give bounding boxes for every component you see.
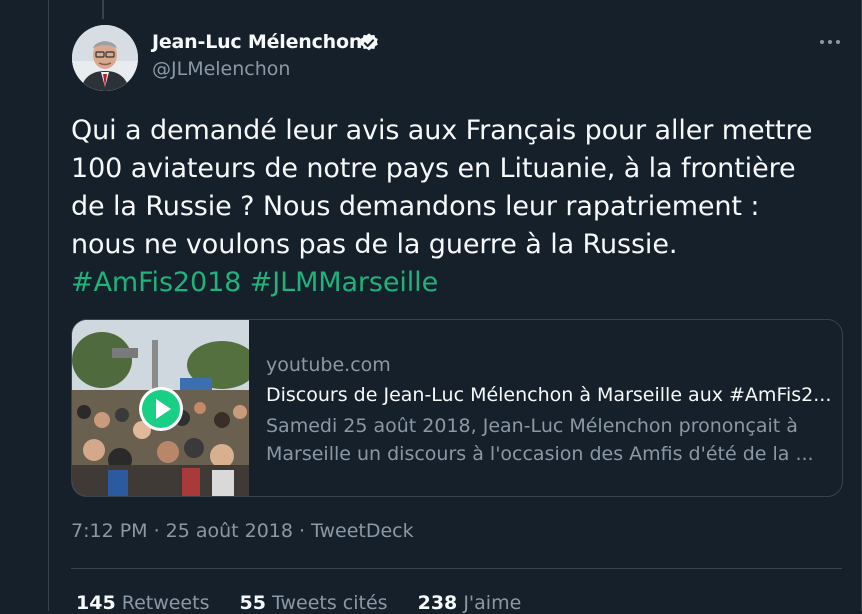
hashtag-jlmmarseille[interactable]: #JLMMarseille (250, 267, 438, 298)
thread-connector-line (102, 0, 104, 19)
video-thumbnail[interactable] (72, 320, 249, 496)
link-preview-card[interactable]: youtube.com Discours de Jean-Luc Mélench… (71, 319, 843, 497)
hashtag-line: #AmFis2018 #JLMMarseille (71, 264, 841, 302)
author-handle[interactable]: @JLMelenchon (152, 58, 290, 80)
timeline-left-border (48, 0, 49, 611)
tweet-time[interactable]: 7:12 PM (71, 520, 148, 542)
tweet-text-line: Qui a demandé leur avis aux Français pou… (71, 115, 813, 146)
author-name[interactable]: Jean-Luc Mélenchon (152, 31, 362, 53)
hashtag-amfis2018[interactable]: #AmFis2018 (71, 267, 241, 298)
tweet-meta: 7:12 PM · 25 août 2018 · TweetDeck (71, 520, 414, 542)
author-avatar[interactable] (72, 25, 138, 91)
card-description: Samedi 25 août 2018, Jean-Luc Mélenchon … (266, 412, 826, 468)
tweet-text: Qui a demandé leur avis aux Français pou… (71, 112, 841, 302)
card-title: Discours de Jean-Luc Mélenchon à Marseil… (266, 384, 832, 406)
play-icon[interactable] (138, 386, 184, 432)
tweet-date[interactable]: 25 août 2018 (166, 520, 293, 542)
verified-badge-icon (360, 33, 378, 51)
tweet-text-line: de la Russie ? Nous demandons leur rapat… (71, 191, 760, 222)
more-options-button[interactable] (818, 30, 842, 54)
card-domain: youtube.com (266, 354, 391, 376)
meta-separator: · (153, 520, 160, 542)
card-description-line: Samedi 25 août 2018, Jean-Luc Mélenchon … (266, 415, 798, 437)
stats-divider (71, 568, 842, 569)
more-horizontal-icon (820, 40, 824, 44)
tweet-source[interactable]: TweetDeck (311, 520, 414, 542)
meta-separator: · (298, 520, 306, 542)
card-description-line: Marseille un discours à l'occasion des A… (266, 443, 814, 465)
tweet-text-line: nous ne voulons pas de la guerre à la Ru… (71, 229, 678, 260)
tweet-text-line: 100 aviateurs de notre pays en Lituanie,… (71, 153, 796, 184)
